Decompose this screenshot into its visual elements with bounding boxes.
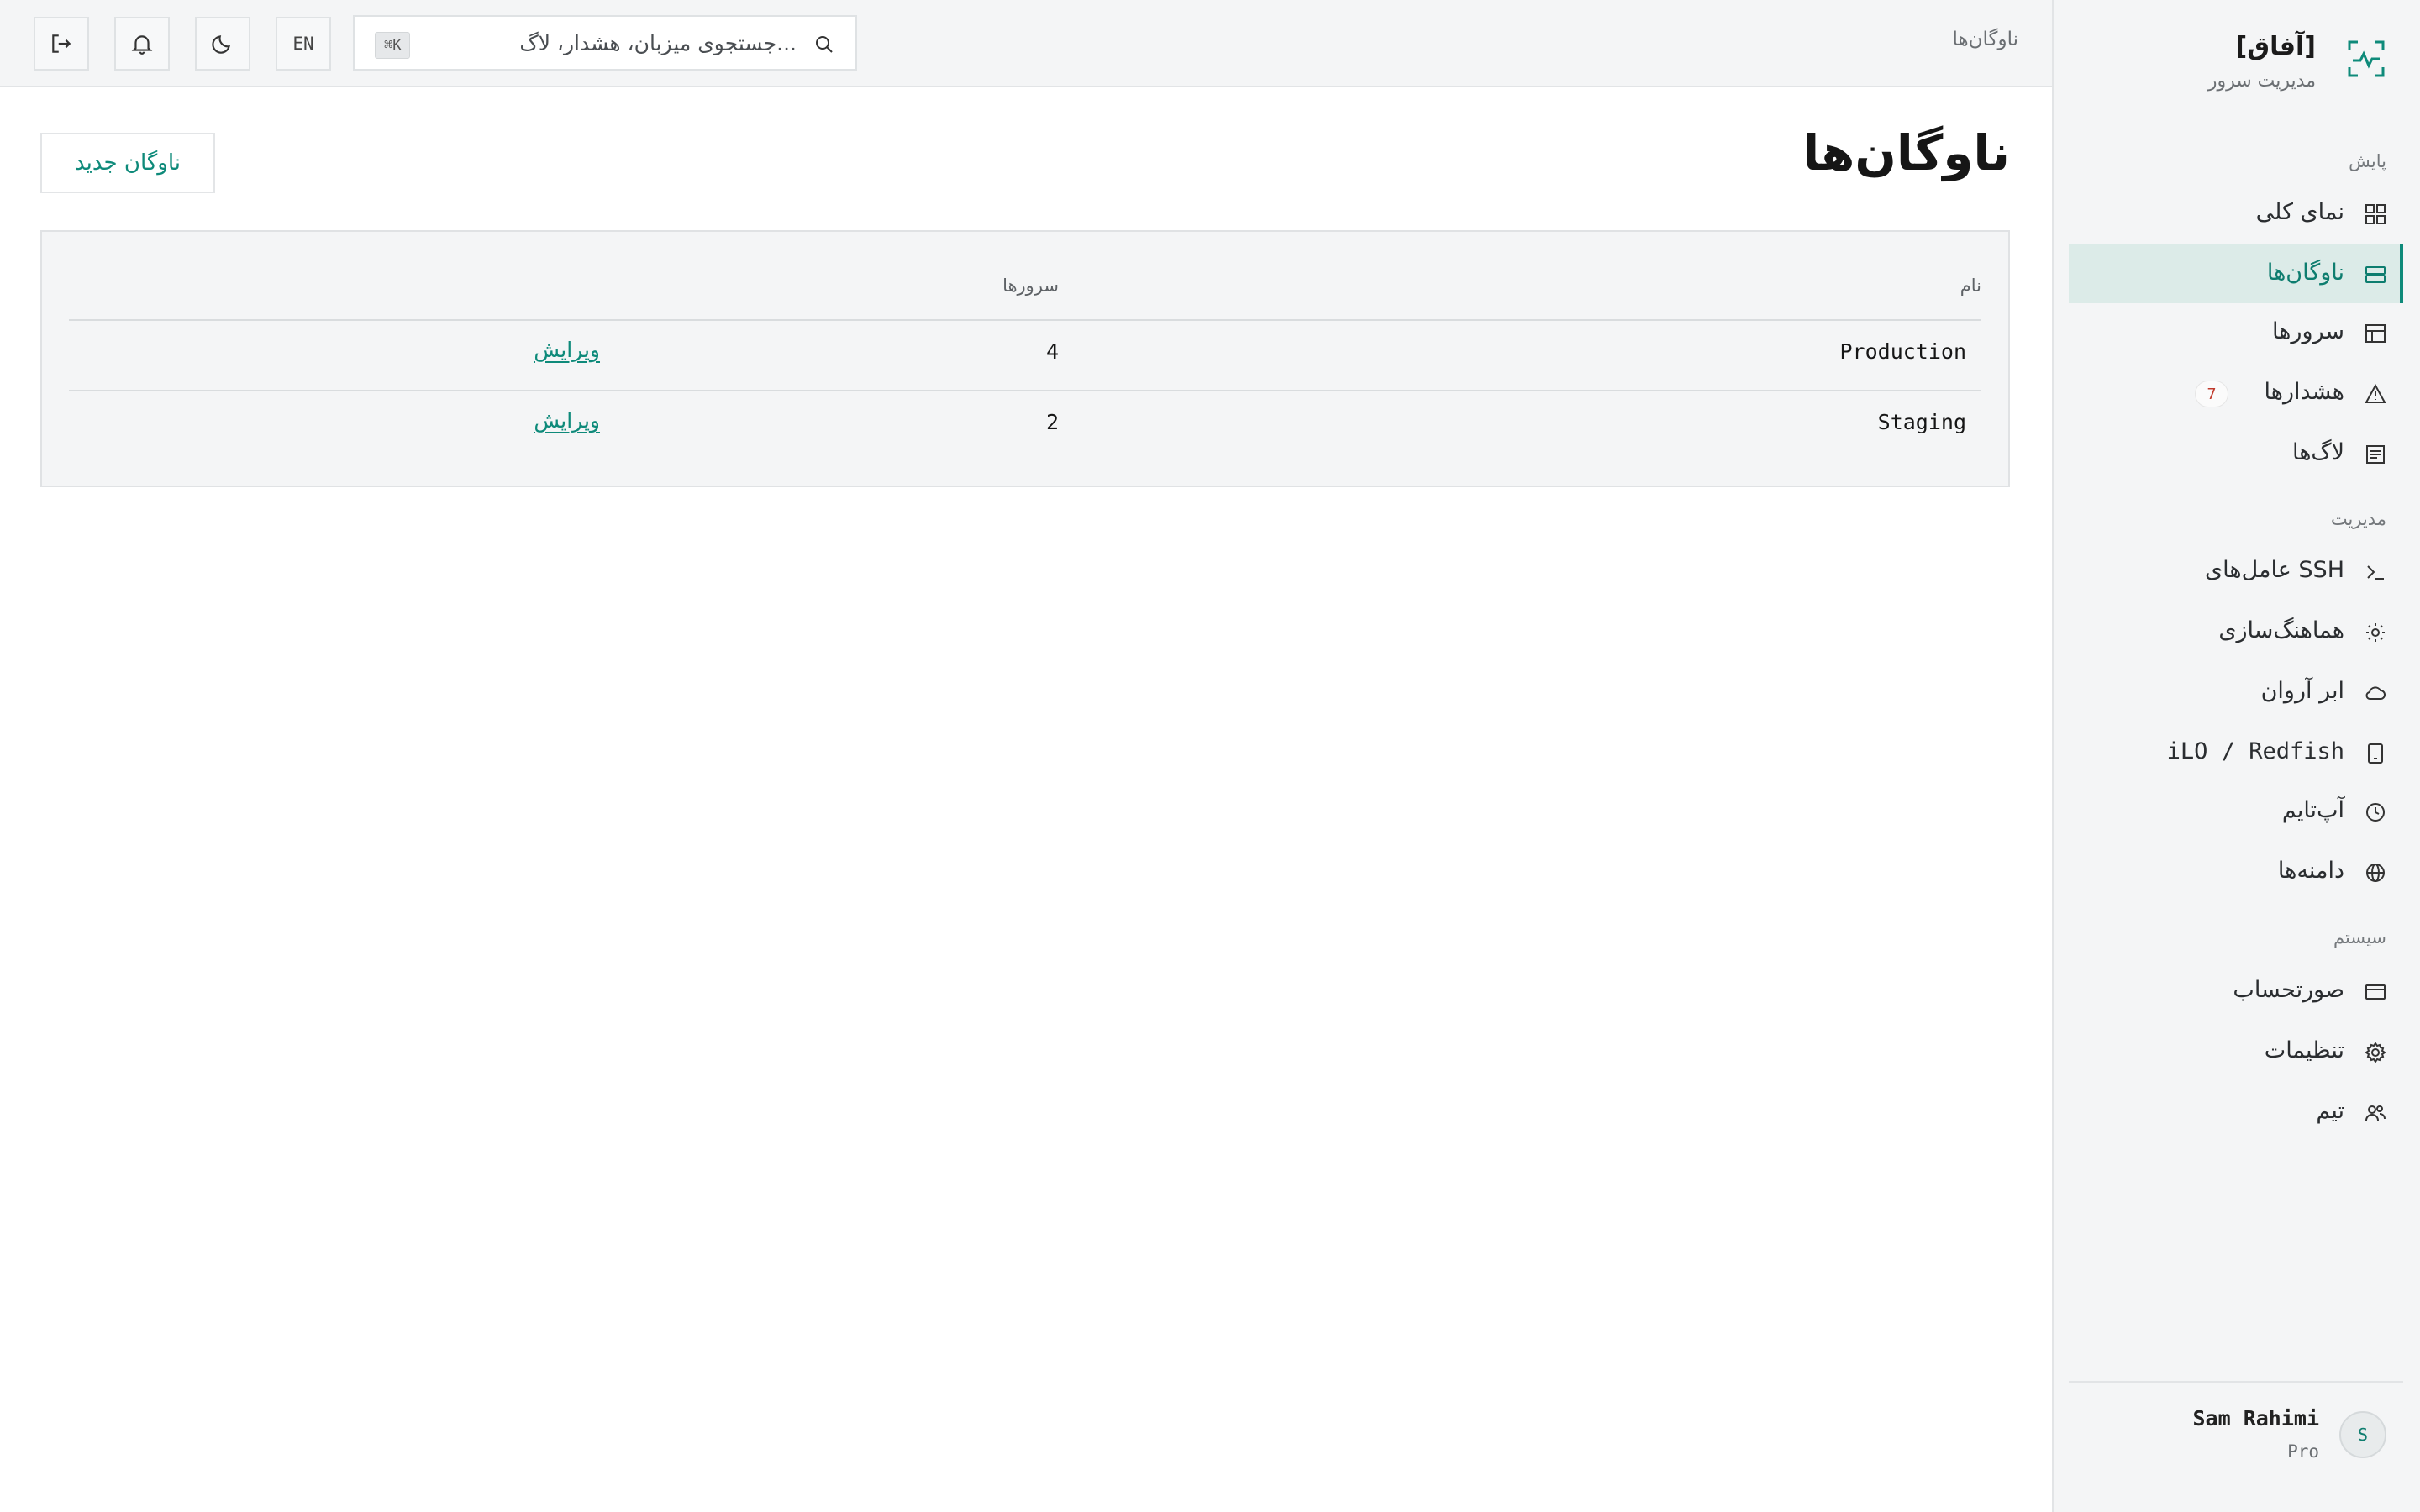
sidebar-item-label: تنظیمات [2264,1037,2344,1063]
divider [2069,1381,2403,1383]
globe-icon [2365,862,2386,884]
table-icon [2365,323,2386,344]
row-divider [69,390,1981,391]
sidebar-item-settings[interactable]: تنظیمات [2069,1022,2403,1081]
column-header-name: نام [1960,276,1981,296]
brand-subtitle: مدیریت سرور [2207,71,2316,92]
sidebar-item-label: سرورها [2271,318,2344,344]
sidebar-item-domains[interactable]: دامنه‌ها [2069,843,2403,901]
user-profile[interactable]: S Sam Rahimi Pro [2084,1394,2386,1478]
new-fleet-button[interactable]: ناوگان جدید [40,133,215,193]
users-icon [2365,1102,2386,1124]
user-plan: Pro [2287,1441,2319,1462]
pulse-logo-icon [2346,39,2386,79]
sidebar-item-label: هشدارها [2264,379,2344,405]
sidebar-item-label: iLO / Redfish [2166,738,2344,764]
sidebar-item-label: ناوگان‌ها [2266,260,2344,286]
sidebar-item-label: صورتحساب [2233,977,2344,1003]
brand[interactable]: [آفاق] مدیریت سرور [2084,30,2386,97]
sidebar-item-servers[interactable]: سرورها [2069,303,2403,362]
device-icon [2365,743,2386,764]
clock-icon [2365,801,2386,823]
section-title-management: مدیریت [2330,509,2386,529]
sync-icon [2365,622,2386,643]
search-icon [813,34,835,55]
sidebar-item-sync[interactable]: هماهنگ‌سازی [2069,602,2403,661]
sidebar-item-label: لاگ‌ها [2291,439,2344,465]
sidebar-item-arvan-cloud[interactable]: ابر آروان [2069,663,2403,722]
alerts-count-badge: 7 [2195,381,2228,407]
sidebar-item-team[interactable]: تیم [2069,1083,2403,1142]
sidebar-item-logs[interactable]: لاگ‌ها [2069,424,2403,483]
section-title-monitoring: پایش [2349,151,2386,171]
sidebar-item-uptime[interactable]: آپ‌تایم [2069,782,2403,841]
edit-link-staging[interactable]: ویرایش [534,408,600,433]
gear-icon [2365,1042,2386,1063]
brand-name: [آفاق] [2235,32,2316,61]
column-header-servers: سرورها [1002,276,1059,296]
warning-icon [2365,383,2386,405]
avatar: S [2339,1411,2386,1458]
page-title: ناوگان‌ها [1802,124,2010,181]
sidebar-item-ilo-redfish[interactable]: iLO / Redfish [2069,723,2403,782]
log-icon [2365,444,2386,465]
sidebar-item-billing[interactable]: صورتحساب [2069,962,2403,1021]
sidebar-item-label: نمای کلی [2255,199,2344,225]
sidebar-item-label: هماهنگ‌سازی [2218,617,2344,643]
fleet-name-staging[interactable]: Staging [1878,410,1966,434]
search-input[interactable]: جستجوی میزبان، هشدار، لاگ... ⌘K [353,15,857,71]
sidebar-item-ssh-agents[interactable]: عامل‌های SSH [2069,542,2403,601]
grid-icon [2365,203,2386,225]
fleet-name-production[interactable]: Production [1839,339,1966,364]
card-icon [2365,981,2386,1003]
sidebar-item-label: آپ‌تایم [2281,797,2344,823]
breadcrumb: ناوگان‌ها [1952,29,2018,50]
terminal-icon [2365,561,2386,583]
sidebar-item-label: تیم [2316,1098,2344,1124]
logout-button[interactable] [34,17,89,71]
section-title-system: سیستم [2333,927,2386,948]
sidebar: [آفاق] مدیریت سرور پایش نمای کلی ناوگان‌… [2052,0,2420,1512]
sidebar-item-label: دامنه‌ها [2277,858,2344,884]
search-placeholder: جستجوی میزبان، هشدار، لاگ... [519,31,797,55]
cloud-icon [2365,682,2386,704]
fleet-servers-count: 4 [1045,339,1059,364]
sidebar-item-alerts[interactable]: هشدارها 7 [2069,364,2403,423]
sidebar-item-label: عامل‌های SSH [2204,557,2344,583]
sidebar-item-label: ابر آروان [2260,678,2344,704]
user-name: Sam Rahimi [2192,1406,2319,1431]
sidebar-item-overview[interactable]: نمای کلی [2069,184,2403,243]
header-divider [69,319,1981,321]
fleet-servers-count: 2 [1045,410,1059,434]
edit-link-production[interactable]: ویرایش [534,338,600,362]
language-toggle-button[interactable]: EN [276,17,331,71]
search-shortcut: ⌘K [375,32,411,59]
server-stack-icon [2365,264,2386,286]
topbar: ناوگان‌ها جستجوی میزبان، هشدار، لاگ... ⌘… [0,0,2052,87]
sidebar-item-fleets[interactable]: ناوگان‌ها [2069,244,2403,303]
notifications-button[interactable] [114,17,170,71]
theme-toggle-button[interactable] [195,17,250,71]
fleets-table: نام سرورها Production 4 ویرایش Staging 2… [40,230,2010,487]
